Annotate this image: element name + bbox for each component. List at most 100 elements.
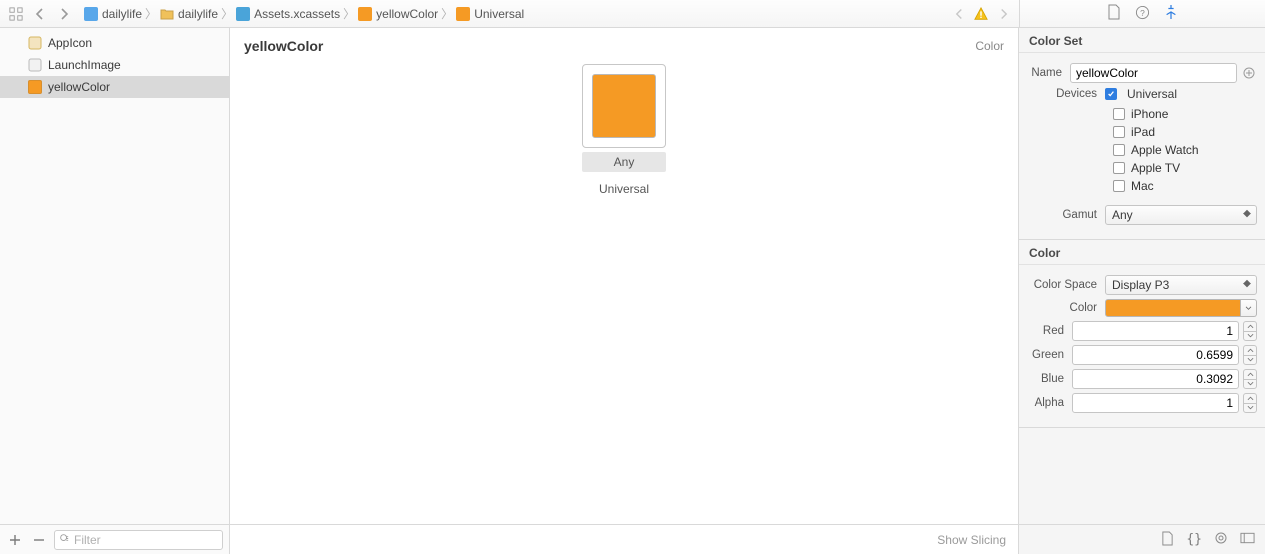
warning-icon[interactable] <box>971 4 991 24</box>
name-input[interactable] <box>1076 66 1231 80</box>
green-input[interactable] <box>1078 348 1233 362</box>
chevron-right-icon: 〉 <box>144 5 158 22</box>
red-stepper[interactable] <box>1243 321 1257 341</box>
stepper-up-icon[interactable] <box>1244 322 1256 332</box>
green-stepper[interactable] <box>1243 345 1257 365</box>
name-field[interactable] <box>1070 63 1237 83</box>
device-label-watch: Apple Watch <box>1131 143 1199 157</box>
checkbox-iphone[interactable] <box>1113 108 1125 120</box>
nav-back-icon[interactable] <box>30 4 50 24</box>
gamut-value: Any <box>1112 208 1133 222</box>
color-bar[interactable] <box>1105 299 1241 317</box>
issue-forward-icon[interactable] <box>993 4 1013 24</box>
filter-field[interactable] <box>54 530 223 550</box>
device-row-watch: Apple Watch <box>1027 141 1257 159</box>
swatch-tag: Any <box>582 152 666 172</box>
name-row: Name <box>1027 63 1257 83</box>
editor-body: Any Universal <box>230 60 1018 524</box>
green-field[interactable] <box>1072 345 1239 365</box>
asset-sidebar: AppIcon LaunchImage yellowColor <box>0 28 230 554</box>
colorspace-label: Color Space <box>1027 279 1105 291</box>
file-inspector-icon[interactable] <box>1107 4 1121 23</box>
breadcrumb-item-variant[interactable]: Universal <box>454 7 526 21</box>
breadcrumb-item-project[interactable]: dailylife <box>82 7 144 21</box>
asset-item-label: yellowColor <box>48 80 110 94</box>
colorset-icon <box>358 7 372 21</box>
blue-row: Blue <box>1027 369 1257 389</box>
device-label-mac: Mac <box>1131 179 1154 193</box>
asset-item-yellowcolor[interactable]: yellowColor <box>0 76 229 98</box>
inspector-footer: {} <box>1019 524 1265 554</box>
attributes-inspector-icon[interactable] <box>1164 4 1178 23</box>
device-row-ipad: iPad <box>1027 123 1257 141</box>
show-slicing-button[interactable]: Show Slicing <box>937 533 1006 547</box>
breadcrumb-label: dailylife <box>102 7 142 21</box>
blue-input[interactable] <box>1078 372 1233 386</box>
footer-panel-icon[interactable] <box>1240 532 1255 547</box>
section-body-color: Color Space Display P3 Color <box>1019 265 1265 427</box>
issue-back-icon[interactable] <box>949 4 969 24</box>
chevron-right-icon: 〉 <box>220 5 234 22</box>
alpha-stepper[interactable] <box>1243 393 1257 413</box>
inspector-tabs: ? <box>1019 0 1265 27</box>
colorset-icon <box>456 7 470 21</box>
alpha-input[interactable] <box>1078 396 1233 410</box>
color-row: Color <box>1027 299 1257 317</box>
editor-type-label: Color <box>975 39 1004 53</box>
name-add-button[interactable] <box>1241 65 1257 81</box>
checkbox-watch[interactable] <box>1113 144 1125 156</box>
top-bar-icons <box>0 4 80 24</box>
breadcrumb-item-group[interactable]: dailylife <box>158 7 220 21</box>
colorspace-dropdown[interactable]: Display P3 <box>1105 275 1257 295</box>
devices-row: Devices Universal <box>1027 87 1257 101</box>
color-label: Color <box>1027 302 1105 314</box>
stepper-down-icon[interactable] <box>1244 380 1256 389</box>
device-row-iphone: iPhone <box>1027 105 1257 123</box>
stepper-down-icon[interactable] <box>1244 332 1256 341</box>
help-inspector-icon[interactable]: ? <box>1135 5 1150 23</box>
checkbox-tv[interactable] <box>1113 162 1125 174</box>
asset-list: AppIcon LaunchImage yellowColor <box>0 28 229 524</box>
editor-header: yellowColor Color <box>230 28 1018 60</box>
related-items-icon[interactable] <box>6 4 26 24</box>
inspector-scroll: Color Set Name Devices Universal <box>1019 28 1265 524</box>
footer-braces-icon[interactable]: {} <box>1186 532 1202 547</box>
issue-nav <box>943 4 1019 24</box>
stepper-up-icon[interactable] <box>1244 346 1256 356</box>
footer-doc-icon[interactable] <box>1161 531 1174 549</box>
color-menu-button[interactable] <box>1241 299 1257 317</box>
stepper-down-icon[interactable] <box>1244 356 1256 365</box>
swatch-subtitle: Universal <box>599 182 649 196</box>
launchimage-icon <box>28 58 42 72</box>
stepper-up-icon[interactable] <box>1244 394 1256 404</box>
asset-item-launchimage[interactable]: LaunchImage <box>0 54 229 76</box>
red-field[interactable] <box>1072 321 1239 341</box>
stepper-down-icon[interactable] <box>1244 404 1256 413</box>
colorset-icon <box>28 80 42 94</box>
blue-field[interactable] <box>1072 369 1239 389</box>
gamut-dropdown[interactable]: Any <box>1105 205 1257 225</box>
sidebar-footer <box>0 524 229 554</box>
red-input[interactable] <box>1078 324 1233 338</box>
checkbox-ipad[interactable] <box>1113 126 1125 138</box>
blue-stepper[interactable] <box>1243 369 1257 389</box>
stepper-up-icon[interactable] <box>1244 370 1256 380</box>
chevron-right-icon: 〉 <box>440 5 454 22</box>
alpha-field[interactable] <box>1072 393 1239 413</box>
breadcrumb-item-assets[interactable]: Assets.xcassets <box>234 7 342 21</box>
breadcrumb-item-colorset[interactable]: yellowColor <box>356 7 440 21</box>
footer-circle-icon[interactable] <box>1214 531 1228 548</box>
checkbox-mac[interactable] <box>1113 180 1125 192</box>
color-well[interactable]: Any Universal <box>582 64 666 196</box>
main-area: AppIcon LaunchImage yellowColor <box>0 28 1265 554</box>
asset-item-appicon[interactable]: AppIcon <box>0 32 229 54</box>
device-label-tv: Apple TV <box>1131 161 1180 175</box>
red-row: Red <box>1027 321 1257 341</box>
checkbox-universal[interactable] <box>1105 88 1117 100</box>
inspector: Color Set Name Devices Universal <box>1019 28 1265 554</box>
nav-forward-icon[interactable] <box>54 4 74 24</box>
filter-input[interactable] <box>74 533 218 547</box>
remove-asset-button[interactable] <box>30 531 48 549</box>
editor: yellowColor Color Any Universal Show Sli… <box>230 28 1019 554</box>
add-asset-button[interactable] <box>6 531 24 549</box>
